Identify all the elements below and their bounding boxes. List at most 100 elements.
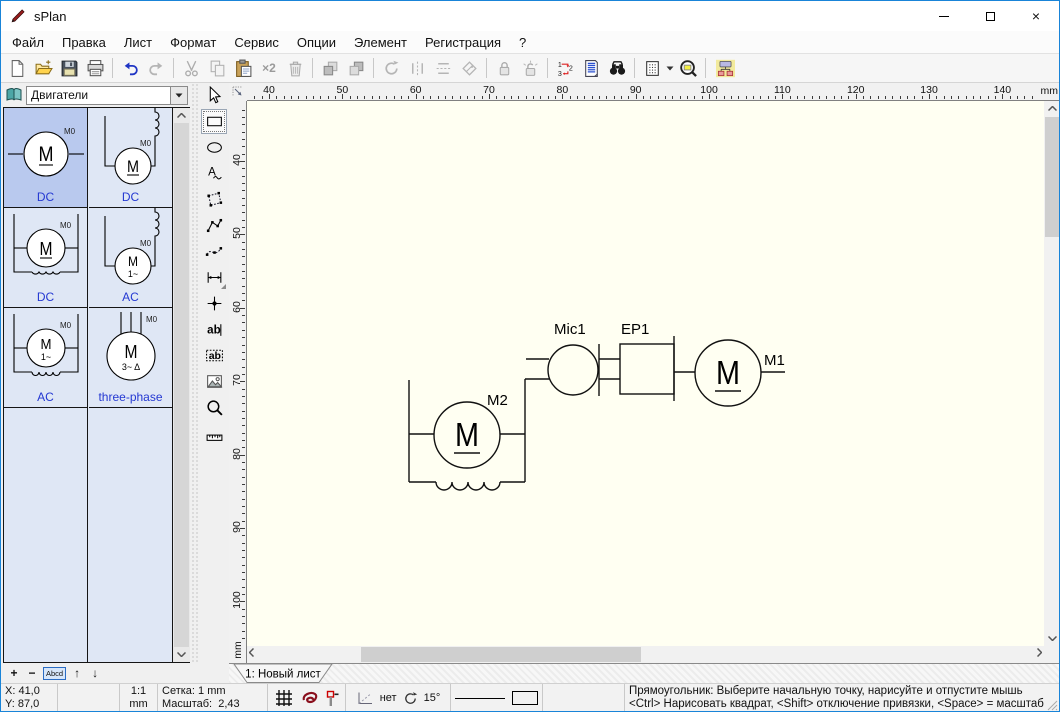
select-tool[interactable]: [201, 83, 227, 108]
ruler-origin-button[interactable]: [229, 83, 247, 101]
lock-button[interactable]: [491, 55, 517, 81]
title-bar[interactable]: sPlan ×: [1, 1, 1059, 31]
mirror-vertical-button[interactable]: [430, 55, 456, 81]
scroll-right-arrow[interactable]: [1037, 648, 1042, 660]
drawing-canvas[interactable]: M M M2 Mic1 EP1 M1: [247, 101, 1044, 646]
fill-style-sample[interactable]: [512, 691, 538, 705]
library-item-dc-3[interactable]: M M0 DC: [4, 208, 88, 308]
undo-button[interactable]: [117, 55, 143, 81]
library-category-select[interactable]: Двигатели: [26, 86, 188, 105]
close-button[interactable]: ×: [1013, 1, 1059, 31]
rotate-step-icon[interactable]: [403, 691, 418, 706]
bom-list-button[interactable]: [578, 55, 604, 81]
menu-edit[interactable]: Правка: [53, 33, 115, 52]
redo-button[interactable]: [143, 55, 169, 81]
freehand-snap-icon[interactable]: [300, 690, 320, 706]
rotate-button[interactable]: [378, 55, 404, 81]
minimize-button[interactable]: [921, 1, 967, 31]
bezier-tool[interactable]: [201, 239, 227, 264]
rotate-icon: [382, 59, 401, 78]
search-button[interactable]: [604, 55, 630, 81]
to-back-button[interactable]: [343, 55, 369, 81]
cut-button[interactable]: [178, 55, 204, 81]
horizontal-scroll-thumb[interactable]: [361, 647, 641, 662]
sheet-tab[interactable]: 1: Новый лист: [233, 664, 333, 684]
new-file-button[interactable]: [4, 55, 30, 81]
scroll-down-arrow[interactable]: [173, 647, 190, 662]
dimension-tool[interactable]: [201, 265, 227, 290]
print-button[interactable]: [82, 55, 108, 81]
renumber-button[interactable]: 123: [552, 55, 578, 81]
library-move-up-button[interactable]: ↑: [70, 666, 84, 681]
library-zoom-in-button[interactable]: +: [7, 666, 21, 681]
menu-help[interactable]: ?: [510, 33, 535, 52]
scroll-up-arrow[interactable]: [1048, 103, 1057, 114]
library-item-ac-1[interactable]: M 1~ M0 AC: [89, 208, 173, 308]
polygon-tool[interactable]: [201, 187, 227, 212]
cursor-x: X: 41,0: [5, 685, 53, 698]
save-button[interactable]: [56, 55, 82, 81]
ellipse-tool[interactable]: [201, 135, 227, 160]
angle-snap-value: нет: [380, 692, 397, 705]
open-button[interactable]: [30, 55, 56, 81]
rectangle-tool[interactable]: [201, 109, 227, 134]
toolbar-separator: [486, 58, 487, 78]
scroll-left-arrow[interactable]: [249, 648, 254, 660]
parent-child-button[interactable]: [710, 55, 740, 81]
library-item-ac-2[interactable]: M 1~ M0 AC: [4, 308, 88, 408]
zoom-selection-button[interactable]: [675, 55, 701, 81]
library-item-dc-2[interactable]: M M0 DC: [89, 108, 173, 208]
menu-options[interactable]: Опции: [288, 33, 345, 52]
unlock-button[interactable]: [517, 55, 543, 81]
delete-button[interactable]: [282, 55, 308, 81]
sheet-grid-button[interactable]: [639, 55, 665, 81]
vertical-scroll-thumb[interactable]: [1045, 117, 1060, 237]
text-tool[interactable]: ab: [201, 317, 227, 342]
library-item-dc-1[interactable]: M M0 DC: [4, 108, 88, 208]
svg-text:M0: M0: [60, 321, 72, 330]
paste-button[interactable]: [230, 55, 256, 81]
zoom-selection-icon: [679, 59, 698, 78]
label-m2: M2: [487, 392, 508, 409]
library-scrollbar[interactable]: [173, 107, 190, 663]
library-scrollbar-thumb[interactable]: [174, 123, 189, 647]
unlock-icon: [521, 59, 540, 78]
node-tool[interactable]: [201, 291, 227, 316]
measure-tool[interactable]: [201, 421, 227, 446]
duplicate-button[interactable]: ×2: [256, 55, 282, 81]
grid-toggle-icon[interactable]: [274, 688, 294, 708]
library-captions-toggle[interactable]: Abcd: [43, 667, 66, 680]
library-item-three-phase[interactable]: M 3~ Δ M0 three-phase: [89, 308, 173, 408]
mirror-horizontal-button[interactable]: [404, 55, 430, 81]
menu-registration[interactable]: Регистрация: [416, 33, 510, 52]
special-form-tool[interactable]: A: [201, 161, 227, 186]
polyline-tool[interactable]: [201, 213, 227, 238]
pin-icon[interactable]: [326, 690, 339, 707]
menu-service[interactable]: Сервис: [225, 33, 288, 52]
drawing-tools: A ab ab: [200, 83, 229, 663]
canvas-horizontal-scrollbar[interactable]: [247, 646, 1044, 663]
menu-element[interactable]: Элемент: [345, 33, 416, 52]
image-tool[interactable]: [201, 369, 227, 394]
combo-drop-button[interactable]: [170, 87, 187, 104]
scroll-up-arrow[interactable]: [173, 108, 190, 123]
menu-sheet[interactable]: Лист: [115, 33, 161, 52]
to-front-button[interactable]: [317, 55, 343, 81]
canvas-vertical-scrollbar[interactable]: [1044, 101, 1060, 646]
angle-snap-icon[interactable]: [356, 691, 374, 706]
menu-file[interactable]: Файл: [3, 33, 53, 52]
library-zoom-out-button[interactable]: −: [25, 666, 39, 681]
resize-grip[interactable]: [1047, 700, 1058, 711]
panel-splitter[interactable]: [191, 83, 200, 663]
hint-panel: Прямоугольник: Выберите начальную точку,…: [625, 684, 1059, 712]
flip-button[interactable]: [456, 55, 482, 81]
maximize-button[interactable]: [967, 1, 1013, 31]
textbox-tool[interactable]: ab: [201, 343, 227, 368]
sheet-grid-dropdown[interactable]: [665, 55, 675, 81]
zoom-tool[interactable]: [201, 395, 227, 420]
library-move-down-button[interactable]: ↓: [88, 666, 102, 681]
copy-button[interactable]: [204, 55, 230, 81]
menu-format[interactable]: Формат: [161, 33, 225, 52]
scroll-down-arrow[interactable]: [1048, 633, 1057, 644]
line-style-sample[interactable]: [455, 698, 505, 699]
